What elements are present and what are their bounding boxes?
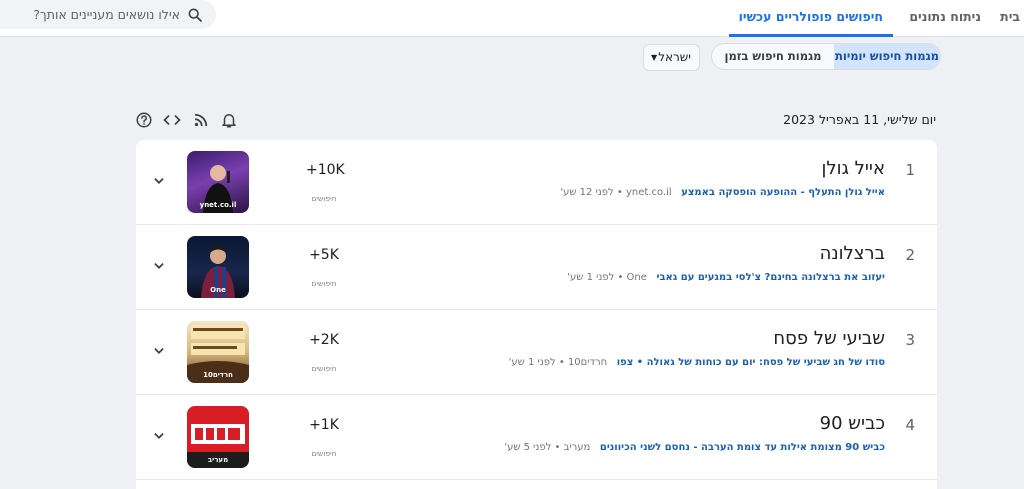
chevron-down-icon[interactable] xyxy=(152,174,166,188)
article-link[interactable]: יעזוב את ברצלונה בחינם? צ'לסי במגעים עם … xyxy=(656,272,885,283)
country-select[interactable]: ▼ ישראל xyxy=(643,44,700,71)
thumbnail-source: חרדים10 xyxy=(203,371,233,379)
trend-article: אייל גולן התעלף - ההופעה הופסקה באמצע yn… xyxy=(560,187,885,198)
article-link[interactable]: כביש 90 מצומת אילות עד צומת הערבה - נחסם… xyxy=(600,442,885,453)
search-volume: +10K xyxy=(306,162,345,178)
article-thumbnail[interactable]: מעריב xyxy=(187,406,249,468)
search-volume: +5K xyxy=(309,247,339,263)
trend-title[interactable]: אייל גולן xyxy=(822,158,886,179)
trend-type-toggle: מגמות חיפוש יומיות מגמות חיפוש בזמן אמת xyxy=(711,43,941,70)
notifications-icon[interactable] xyxy=(220,111,238,129)
chevron-down-icon[interactable] xyxy=(152,344,166,358)
daily-trends-button[interactable]: מגמות חיפוש יומיות xyxy=(834,44,940,69)
article-link[interactable]: סודו של חג שביעי של פסח: יום עם כוחות של… xyxy=(617,357,885,368)
top-navigation-bar: בית ניתוח נתונים חיפושים פופולריים עכשיו xyxy=(0,0,1024,37)
trend-title[interactable]: ברצלונה xyxy=(820,243,885,264)
date-heading: יום שלישי, 11 באפריל 2023 xyxy=(783,112,936,127)
trends-list: 1 אייל גולן אייל גולן התעלף - ההופעה הופ… xyxy=(136,140,937,489)
article-source: מעריב • לפני 5 שע' xyxy=(504,442,591,453)
trend-article: סודו של חג שביעי של פסח: יום עם כוחות של… xyxy=(509,357,885,368)
trend-rank: 2 xyxy=(905,246,915,264)
search-volume: +2K xyxy=(309,332,339,348)
list-item[interactable]: 4 כביש 90 כביש 90 מצומת אילות עד צומת הע… xyxy=(136,395,937,480)
search-volume-label: חיפושים xyxy=(311,449,337,458)
search-box[interactable] xyxy=(0,0,216,29)
country-select-value: ישראל xyxy=(658,50,691,64)
rss-icon[interactable] xyxy=(192,111,210,129)
chevron-down-icon[interactable] xyxy=(152,259,166,273)
trend-article: יעזוב את ברצלונה בחינם? צ'לסי במגעים עם … xyxy=(567,272,885,283)
article-thumbnail[interactable]: חרדים10 xyxy=(187,321,249,383)
article-thumbnail[interactable]: One xyxy=(187,236,249,298)
embed-icon[interactable] xyxy=(163,111,181,129)
article-source: One • לפני 1 שע' xyxy=(567,272,647,283)
list-item[interactable]: 3 שביעי של פסח סודו של חג שביעי של פסח: … xyxy=(136,310,937,395)
trend-title[interactable]: כביש 90 xyxy=(820,413,885,434)
trend-title[interactable]: שביעי של פסח xyxy=(773,328,885,349)
tab-explore[interactable]: ניתוח נתונים xyxy=(909,0,981,37)
thumbnail-source: ynet.co.il xyxy=(199,201,237,209)
search-input[interactable] xyxy=(8,4,180,25)
list-item[interactable]: 1 אייל גולן אייל גולן התעלף - ההופעה הופ… xyxy=(136,140,937,225)
tab-trending-now[interactable]: חיפושים פופולריים עכשיו xyxy=(728,0,893,37)
thumbnail-source: מעריב xyxy=(207,456,229,464)
search-icon[interactable] xyxy=(187,7,203,23)
article-thumbnail[interactable]: ynet.co.il xyxy=(187,151,249,213)
article-source: ynet.co.il • לפני 12 שע' xyxy=(560,187,672,198)
article-source: חרדים10 • לפני 1 שע' xyxy=(508,357,608,368)
search-volume: +1K xyxy=(309,417,339,433)
help-icon[interactable] xyxy=(135,111,153,129)
chevron-down-icon: ▼ xyxy=(651,53,658,62)
search-volume-label: חיפושים xyxy=(311,279,337,288)
tab-home[interactable]: בית xyxy=(1000,0,1020,37)
trend-article: כביש 90 מצומת אילות עד צומת הערבה - נחסם… xyxy=(504,442,885,453)
trend-rank: 3 xyxy=(905,331,915,349)
search-volume-label: חיפושים xyxy=(311,364,337,373)
list-item[interactable]: 2 ברצלונה יעזוב את ברצלונה בחינם? צ'לסי … xyxy=(136,225,937,310)
thumbnail-source: One xyxy=(210,286,226,294)
realtime-trends-button[interactable]: מגמות חיפוש בזמן אמת xyxy=(712,44,834,69)
trend-rank: 4 xyxy=(905,416,915,434)
trend-rank: 1 xyxy=(905,161,915,179)
article-link[interactable]: אייל גולן התעלף - ההופעה הופסקה באמצע xyxy=(681,187,885,198)
chevron-down-icon[interactable] xyxy=(152,429,166,443)
search-volume-label: חיפושים xyxy=(311,194,337,203)
